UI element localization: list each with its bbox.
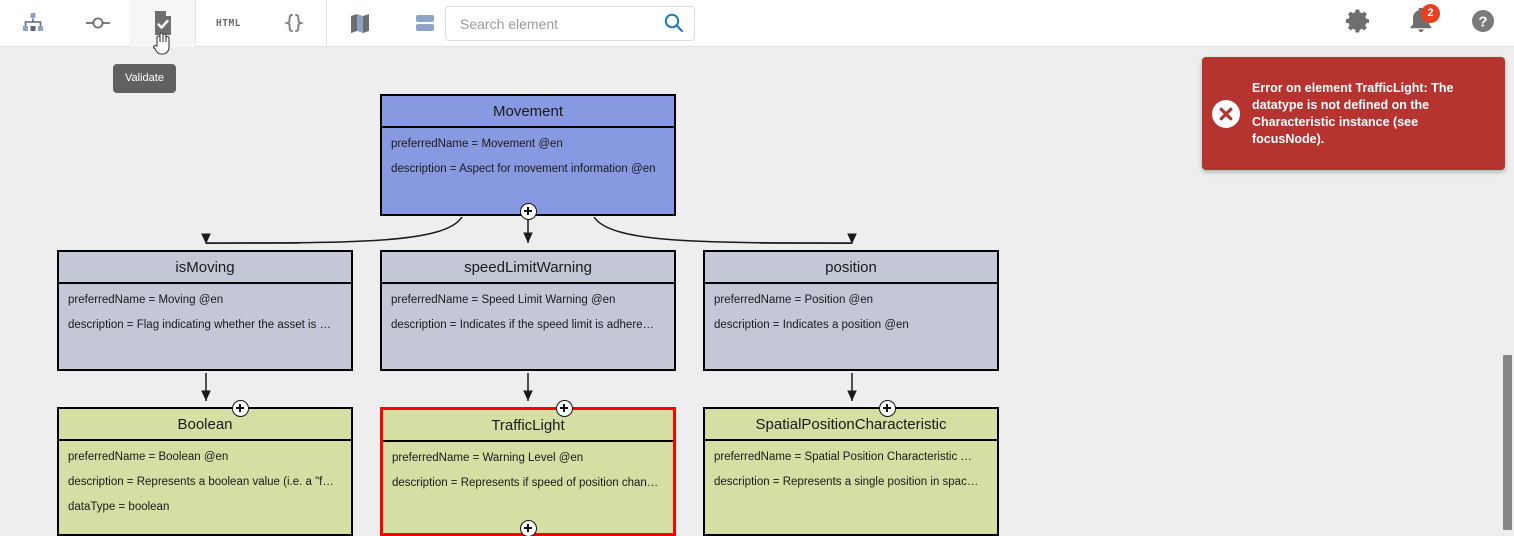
node-body: preferredName = Spatial Position Charact… [705, 441, 997, 495]
node-title: Movement [382, 96, 674, 128]
node-attribute: preferredName = Spatial Position Charact… [714, 451, 972, 463]
html-export-button[interactable]: HTML [196, 0, 261, 47]
search-box[interactable] [445, 6, 695, 41]
model-editor-window: HTML Search element 2 ? Validate Movemen… [0, 0, 1514, 536]
connector-button[interactable] [65, 0, 130, 47]
error-circle-icon [1212, 99, 1240, 128]
braces-icon [282, 11, 306, 35]
expand-handle-trafficlight-bottom[interactable] [520, 520, 537, 536]
node-attribute: preferredName = Boolean @en [68, 451, 229, 463]
json-export-button[interactable] [261, 0, 326, 47]
node-title: Boolean [59, 409, 351, 441]
node-attribute: description = Aspect for movement inform… [391, 163, 656, 175]
node-attribute: preferredName = Speed Limit Warning @en [391, 294, 616, 306]
map-button[interactable] [327, 0, 392, 47]
toolbar-right-group: 2 ? [1328, 0, 1514, 47]
layers-icon [413, 12, 437, 34]
node-attribute: preferredName = Moving @en [68, 294, 224, 306]
svg-text:?: ? [1478, 14, 1487, 31]
toolbar-group-model [0, 0, 195, 47]
map-icon [349, 11, 371, 35]
node-spatialpositioncharacteristic[interactable]: SpatialPositionCharacteristic preferredN… [703, 407, 999, 536]
node-ismoving[interactable]: isMoving preferredName = Moving @en desc… [57, 250, 353, 371]
error-toast-message: Error on element TrafficLight: The datat… [1252, 80, 1454, 146]
html-icon: HTML [216, 17, 241, 29]
node-body: preferredName = Warning Level @en descri… [383, 442, 673, 496]
node-attribute: description = Indicates a position @en [714, 319, 909, 331]
node-body: preferredName = Moving @en description =… [59, 284, 351, 338]
node-attribute: preferredName = Movement @en [391, 138, 563, 150]
node-attribute: preferredName = Position @en [714, 294, 874, 306]
node-trafficlight[interactable]: TrafficLight preferredName = Warning Lev… [380, 407, 676, 536]
search-button[interactable] [652, 7, 694, 40]
node-attribute: description = Represents a boolean value… [68, 476, 334, 488]
node-attribute: preferredName = Warning Level @en [392, 452, 584, 464]
error-toast[interactable]: Error on element TrafficLight: The datat… [1202, 57, 1505, 170]
node-speedlimitwarning[interactable]: speedLimitWarning preferredName = Speed … [380, 250, 676, 371]
node-attribute: description = Represents if speed of pos… [392, 477, 659, 489]
node-title: TrafficLight [383, 410, 673, 442]
validate-button[interactable] [130, 0, 195, 47]
search-icon [663, 12, 684, 36]
toolbar-group-view [327, 0, 457, 47]
node-position[interactable]: position preferredName = Position @en de… [703, 250, 999, 371]
node-attribute: description = Indicates if the speed lim… [391, 319, 655, 331]
top-toolbar: HTML Search element 2 ? [0, 0, 1514, 47]
validate-icon [152, 10, 174, 36]
node-attribute: description = Flag indicating whether th… [68, 319, 332, 331]
help-button[interactable]: ? [1452, 0, 1514, 47]
expand-handle-movement[interactable] [520, 203, 537, 220]
notifications-button[interactable]: 2 [1390, 0, 1452, 47]
node-attribute: dataType = boolean [68, 501, 170, 513]
node-movement[interactable]: Movement preferredName = Movement @en de… [380, 94, 676, 216]
expand-handle-spatialposition[interactable] [879, 400, 896, 417]
settings-button[interactable] [1328, 0, 1390, 47]
node-title: speedLimitWarning [382, 252, 674, 284]
expand-handle-trafficlight-top[interactable] [556, 400, 573, 417]
expand-handle-boolean[interactable] [232, 400, 249, 417]
node-boolean[interactable]: Boolean preferredName = Boolean @en desc… [57, 407, 353, 536]
toolbar-group-export: HTML [196, 0, 326, 47]
notification-badge: 2 [1421, 4, 1440, 23]
node-title: position [705, 252, 997, 284]
node-body: preferredName = Boolean @en description … [59, 441, 351, 520]
node-body: preferredName = Position @en description… [705, 284, 997, 338]
validate-tooltip: Validate [113, 64, 176, 93]
node-title: isMoving [59, 252, 351, 284]
connector-icon [85, 11, 111, 35]
search-input[interactable] [446, 7, 652, 40]
node-body: preferredName = Speed Limit Warning @en … [382, 284, 674, 338]
help-icon: ? [1470, 8, 1496, 39]
hierarchy-icon [21, 11, 45, 35]
node-title: SpatialPositionCharacteristic [705, 409, 997, 441]
node-body: preferredName = Movement @en description… [382, 128, 674, 182]
hierarchy-button[interactable] [0, 0, 65, 47]
vertical-scrollbar-thumb[interactable] [1503, 355, 1512, 530]
node-attribute: description = Represents a single positi… [714, 476, 979, 488]
gear-icon [1345, 8, 1372, 39]
